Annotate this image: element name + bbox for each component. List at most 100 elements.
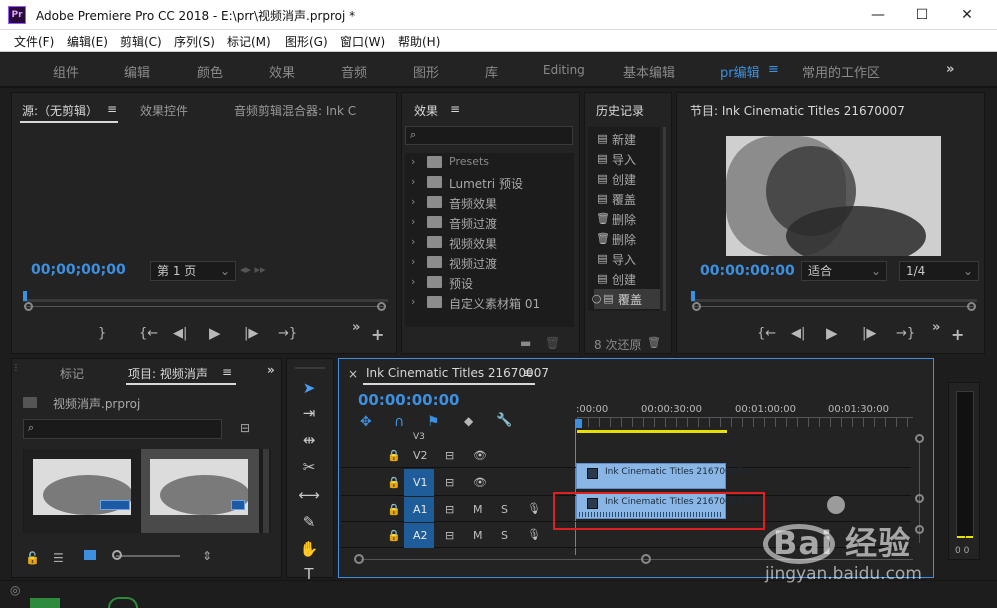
track-select-tool-icon[interactable]: ⇥	[298, 402, 320, 424]
source-scrub-bar[interactable]	[23, 299, 388, 302]
workspace-libraries[interactable]: 库	[485, 62, 498, 81]
solo-button[interactable]: S	[501, 529, 508, 542]
slip-tool-icon[interactable]: ⟷	[298, 484, 320, 506]
history-item-import-2[interactable]: ▤ 导入	[594, 249, 660, 269]
program-more-icon[interactable]: »	[932, 320, 940, 335]
lock-icon[interactable]: 🔒	[387, 476, 401, 489]
zoom-select[interactable]: 适合 ⌄	[801, 261, 887, 281]
toggle-sync-icon[interactable]: ⊟	[445, 503, 454, 516]
effects-search-input[interactable]: ⌕	[405, 126, 573, 145]
more-workspaces-icon[interactable]: »	[946, 62, 954, 77]
workspace-common[interactable]: 常用的工作区	[802, 62, 880, 81]
maximize-button[interactable]: ☐	[899, 0, 945, 30]
mute-button[interactable]: M	[473, 503, 483, 516]
track-label-v1[interactable]: V1	[413, 476, 428, 489]
program-title[interactable]: 节目: Ink Cinematic Titles 21670007	[690, 102, 905, 119]
scroll-handle-top[interactable]	[915, 434, 924, 443]
workspace-menu-icon[interactable]: ≡	[768, 62, 779, 77]
playhead-handle[interactable]	[575, 419, 582, 428]
close-button[interactable]: ✕	[944, 0, 990, 30]
workspace-pr-edit[interactable]: pr编辑	[720, 62, 760, 81]
scroll-handle-left[interactable]	[354, 554, 364, 564]
selection-tool-icon[interactable]: ➤	[298, 377, 320, 399]
play-icon[interactable]: ▶	[209, 324, 221, 342]
trash-icon[interactable]: 🗑	[647, 336, 661, 349]
microphone-icon[interactable]: 🎙	[527, 528, 541, 541]
snap-icon[interactable]: ✥	[360, 414, 372, 430]
track-label-a2[interactable]: A2	[413, 529, 428, 542]
time-ruler[interactable]	[577, 417, 913, 427]
list-view-icon[interactable]: ☰	[53, 551, 64, 565]
icon-view-icon[interactable]	[84, 550, 96, 560]
menu-help[interactable]: 帮助(H)	[398, 33, 440, 50]
track-label-v2[interactable]: V2	[413, 449, 428, 462]
add-marker-icon[interactable]: ⚑	[427, 414, 440, 430]
track-label-a1[interactable]: A1	[413, 503, 428, 516]
microphone-icon[interactable]: 🎙	[527, 502, 541, 515]
workspace-assembly[interactable]: 组件	[53, 62, 79, 81]
history-title[interactable]: 历史记录	[596, 102, 644, 119]
go-to-out-icon[interactable]: →}	[278, 326, 297, 341]
zoom-handle-right[interactable]	[967, 302, 976, 311]
project-item[interactable]	[24, 449, 140, 533]
history-item-overwrite[interactable]: ▤ 覆盖	[594, 189, 660, 209]
sequence-tab[interactable]: Ink Cinematic Titles 21670007	[366, 366, 549, 380]
menu-graphics[interactable]: 图形(G)	[285, 33, 328, 50]
close-sequence-icon[interactable]: ×	[348, 367, 358, 381]
project-item-selected[interactable]	[141, 449, 259, 533]
zoom-slider[interactable]	[116, 555, 180, 557]
lock-icon[interactable]: 🔒	[387, 529, 401, 542]
history-item-overwrite-current[interactable]: ○ ▤ 覆盖	[592, 289, 660, 309]
workspace-graphics[interactable]: 图形	[413, 62, 439, 81]
sequence-menu-icon[interactable]: ≡	[523, 366, 533, 380]
project-more-icon[interactable]: »	[267, 363, 275, 377]
program-playhead[interactable]	[691, 291, 695, 301]
find-icon[interactable]: ⊟	[240, 421, 250, 435]
workspace-audio[interactable]: 音频	[341, 62, 367, 81]
tab-markers[interactable]: 标记	[60, 365, 84, 382]
scroll-handle-mid[interactable]	[915, 494, 924, 503]
delete-icon[interactable]: 🗑	[545, 336, 560, 350]
step-forward-icon[interactable]: |▶	[244, 326, 258, 341]
tab-audio-clip-mixer[interactable]: 音频剪辑混合器: Ink C	[234, 102, 364, 119]
project-menu-icon[interactable]: ≡	[222, 365, 232, 379]
source-playhead[interactable]	[23, 291, 27, 301]
mark-out-icon[interactable]: }	[98, 326, 106, 341]
mute-button[interactable]: M	[473, 529, 483, 542]
workspace-editing-cn[interactable]: 编辑	[124, 62, 150, 81]
tab-source[interactable]: 源:（无剪辑）	[22, 102, 98, 119]
ripple-edit-tool-icon[interactable]: ⇹	[298, 429, 320, 451]
work-area-bar[interactable]	[577, 430, 727, 433]
go-to-in-icon[interactable]: {←	[139, 326, 158, 341]
effects-menu-icon[interactable]: ≡	[450, 102, 460, 116]
minimize-button[interactable]: —	[855, 0, 901, 30]
history-scrollbar[interactable]	[663, 127, 666, 311]
workspace-basic-edit[interactable]: 基本编辑	[623, 62, 675, 81]
sort-icon[interactable]: ⇕	[202, 549, 212, 563]
program-timecode[interactable]: 00:00:00:00	[700, 263, 795, 279]
go-to-in-icon[interactable]: {←	[757, 326, 776, 341]
eye-icon[interactable]: 👁	[473, 449, 487, 462]
scroll-handle-right[interactable]	[641, 554, 651, 564]
source-more-icon[interactable]: »	[352, 320, 360, 335]
step-forward-icon[interactable]: |▶	[862, 326, 876, 341]
zoom-handle-left[interactable]	[692, 302, 701, 311]
linked-selection-icon[interactable]: ∩	[394, 414, 404, 430]
history-item-delete[interactable]: 🗑 删除	[594, 209, 660, 229]
menu-sequence[interactable]: 序列(S)	[174, 33, 215, 50]
solo-button[interactable]: S	[501, 503, 508, 516]
history-item-new[interactable]: ▤ 新建	[594, 129, 660, 149]
menu-clip[interactable]: 剪辑(C)	[120, 33, 162, 50]
hand-tool-icon[interactable]: ✋	[298, 538, 320, 560]
menu-marker[interactable]: 标记(M)	[227, 33, 271, 50]
step-back-icon[interactable]: ◀|	[173, 326, 187, 341]
timeline-timecode[interactable]: 00:00:00:00	[358, 391, 460, 409]
history-item-delete-2[interactable]: 🗑 删除	[594, 229, 660, 249]
solo-toggles[interactable]: 0 0	[955, 546, 969, 556]
workspace-editing[interactable]: Editing	[543, 63, 585, 77]
step-back-icon[interactable]: ◀|	[791, 326, 805, 341]
tab-project[interactable]: 项目: 视频消声	[128, 365, 208, 382]
pen-tool-icon[interactable]: ✎	[298, 511, 320, 533]
page-select[interactable]: 第 1 页 ⌄	[150, 261, 236, 281]
scroll-handle-bottom[interactable]	[915, 525, 924, 534]
